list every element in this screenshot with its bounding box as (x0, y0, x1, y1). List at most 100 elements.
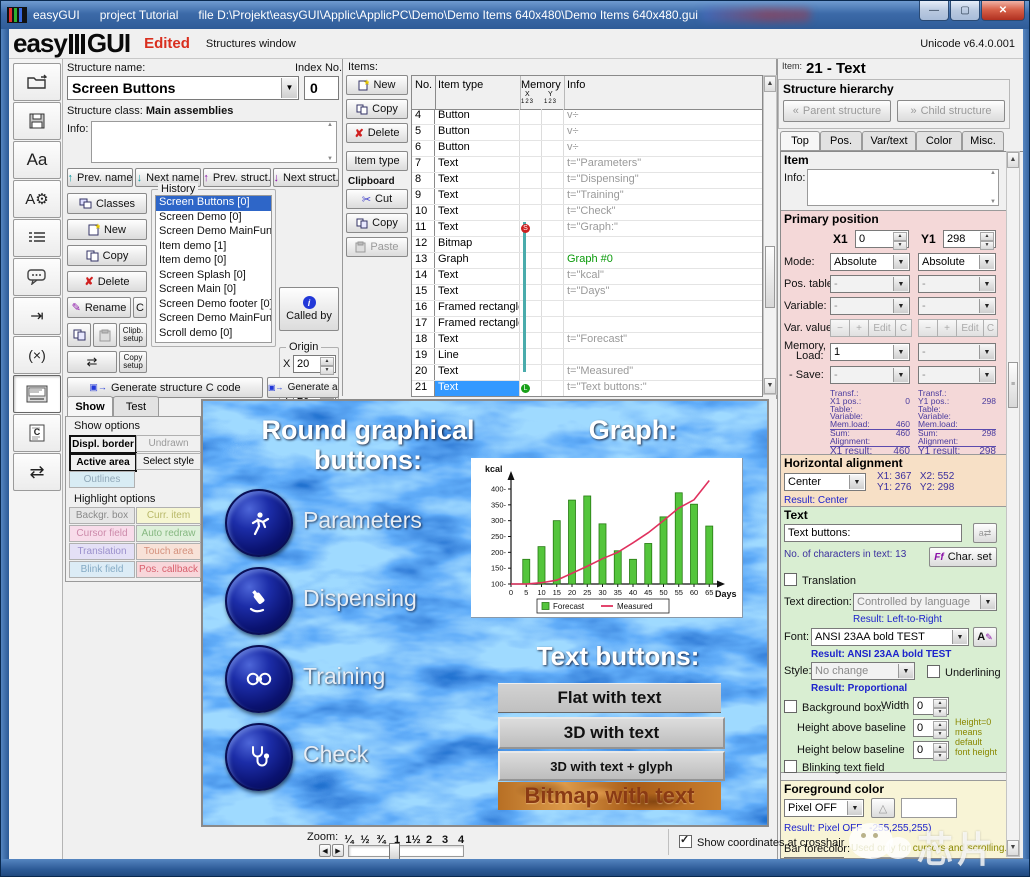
spin-up-icon[interactable] (933, 743, 947, 752)
y1-spinner[interactable]: 298 (943, 230, 996, 250)
zoom-left-button[interactable]: ◀ (319, 844, 331, 857)
table-row[interactable]: 20 Text t="Measured" (412, 365, 762, 381)
highlight-pos-callback[interactable]: Pos. callback (136, 561, 201, 578)
text-direction-select[interactable]: Controlled by language (853, 593, 997, 611)
undrawn-button[interactable]: Undrawn (136, 435, 201, 452)
history-item[interactable]: Screen Splash [0] (156, 269, 271, 284)
select-style-button[interactable]: Select style (136, 453, 201, 470)
dropdown-icon[interactable] (979, 368, 994, 382)
blinking-checkbox[interactable]: Blinking text field (784, 760, 885, 774)
history-item[interactable]: Item demo [1] (156, 240, 271, 255)
dropdown-icon[interactable]: ▼ (281, 78, 297, 98)
translation-check-icon[interactable] (784, 573, 797, 586)
table-row[interactable]: 5 Button v÷ (412, 125, 762, 141)
items-scrollbar[interactable]: ▲ ▼ (763, 75, 777, 395)
height-below-spinner[interactable]: 0 (913, 741, 949, 761)
underlining-checkbox[interactable]: Underlining (927, 665, 1001, 679)
copy-structure-button[interactable]: Copy (67, 245, 147, 266)
dropdown-icon[interactable] (893, 368, 908, 382)
cell-item-type[interactable]: Framed rectangle (435, 301, 520, 316)
history-item[interactable]: Screen Demo footer [0] (156, 298, 271, 313)
text-button-4[interactable]: Bitmap with text (498, 782, 721, 810)
dropdown-icon[interactable] (893, 299, 908, 313)
table-row[interactable]: 13 Graph Graph #0 (412, 253, 762, 269)
swap-arrows-icon[interactable]: ⇄ (13, 453, 61, 491)
spin-up-icon[interactable] (980, 232, 994, 241)
maximize-button[interactable]: ▢ (950, 1, 980, 21)
variable-x-select[interactable]: - (830, 297, 910, 315)
pos-table-y-select[interactable]: - (918, 275, 996, 293)
tab-show[interactable]: Show (67, 396, 113, 417)
pos-table-x-select[interactable]: - (830, 275, 910, 293)
round-button-check[interactable] (225, 723, 293, 791)
x1-spinner[interactable]: 0 (855, 230, 909, 250)
char-set-button[interactable]: Ff Char. set (929, 547, 997, 567)
table-row[interactable]: 15 Text t="Days" (412, 285, 762, 301)
list-icon[interactable] (13, 219, 61, 257)
spin-down-icon[interactable] (933, 752, 947, 761)
memory-load-x-select[interactable]: 1 (830, 343, 910, 361)
highlight-touch-area[interactable]: Touch area (136, 543, 201, 560)
cell-item-type[interactable]: Text (435, 157, 520, 172)
text-button-3[interactable]: 3D with text + glyph (498, 751, 725, 781)
insert-position-icon[interactable]: ⇥ (13, 297, 61, 335)
spin-down-icon[interactable] (933, 730, 947, 739)
delete-structure-button[interactable]: ✘ Delete (67, 271, 147, 292)
dropdown-icon[interactable] (979, 299, 994, 313)
font-config-icon[interactable]: A⚙ (13, 180, 61, 218)
history-item[interactable]: Scroll demo [0] (156, 327, 271, 342)
scrollbar-thumb[interactable] (765, 246, 775, 308)
scroll-up-icon[interactable]: ▲ (324, 122, 336, 128)
save-icon[interactable] (13, 102, 61, 140)
var-edit-x-button[interactable]: Edit (868, 319, 896, 337)
memory-save-x-select[interactable]: - (830, 366, 910, 384)
prev-name-button[interactable]: ↑ Prev. name (67, 168, 133, 187)
var-plus-y-button[interactable]: + (937, 319, 957, 337)
spin-up-icon[interactable] (933, 699, 947, 708)
cell-item-type[interactable]: Text (435, 221, 520, 236)
scroll-up-icon[interactable]: ▲ (1007, 152, 1019, 168)
style-select[interactable]: No change (811, 662, 915, 680)
dropdown-icon[interactable] (893, 277, 908, 291)
scroll-up-icon[interactable]: ▲ (764, 76, 776, 92)
width-spinner[interactable]: 0 (913, 697, 949, 717)
highlight-translation[interactable]: Translation (69, 543, 135, 560)
tab-test[interactable]: Test (113, 396, 159, 417)
background-box-checkbox[interactable]: Background box: (784, 700, 885, 714)
new-structure-button[interactable]: ★New (67, 219, 147, 240)
cell-item-type[interactable]: Text (435, 189, 520, 204)
copy-setup-icon-button[interactable]: ⇄ (67, 351, 117, 373)
cell-item-type[interactable]: Text (435, 365, 520, 380)
scroll-down-icon[interactable]: ▼ (988, 199, 998, 205)
called-by-button[interactable]: i Called by (279, 287, 339, 331)
dropdown-icon[interactable] (898, 664, 913, 678)
highlight-blink-field[interactable]: Blink field (69, 561, 135, 578)
table-row[interactable]: 4 Button v÷ (412, 109, 762, 125)
cell-item-type[interactable]: Graph (435, 253, 520, 268)
next-struct-button[interactable]: ↓ Next struct. (273, 168, 339, 187)
copy-setup-button[interactable]: Copy setup (119, 351, 147, 373)
item-new-button[interactable]: ★New (346, 75, 408, 95)
tab-misc[interactable]: Misc. (962, 131, 1004, 151)
cell-item-type[interactable]: Framed rectangle (435, 317, 520, 332)
var-edit-y-button[interactable]: Edit (956, 319, 984, 337)
highlight-curr-item[interactable]: Curr. item (136, 507, 201, 524)
history-item[interactable]: Screen Main [0] (156, 283, 271, 298)
close-button[interactable]: ✕ (981, 1, 1025, 21)
structure-name-combo[interactable]: Screen Buttons ▼ (67, 76, 299, 100)
variable-y-select[interactable]: - (918, 297, 996, 315)
outlines-button[interactable]: Outlines (69, 471, 135, 488)
item-paste-button[interactable]: Paste (346, 237, 408, 257)
table-row[interactable]: 18 Text t="Forecast" (412, 333, 762, 349)
dropdown-icon[interactable] (849, 475, 864, 489)
show-coordinates-checkbox[interactable]: Show coordinates at crosshair (679, 833, 844, 849)
classes-button[interactable]: Classes (67, 193, 147, 214)
foreground-color-select[interactable]: Pixel OFF (784, 799, 864, 817)
tab-pos[interactable]: Pos. (820, 131, 862, 151)
table-row[interactable]: 12 Bitmap (412, 237, 762, 253)
tab-color[interactable]: Color (916, 131, 962, 151)
open-folder-icon[interactable] (13, 63, 61, 101)
table-row[interactable]: 7 Text t="Parameters" (412, 157, 762, 173)
height-above-spinner[interactable]: 0 (913, 719, 949, 739)
var-plus-x-button[interactable]: + (849, 319, 869, 337)
